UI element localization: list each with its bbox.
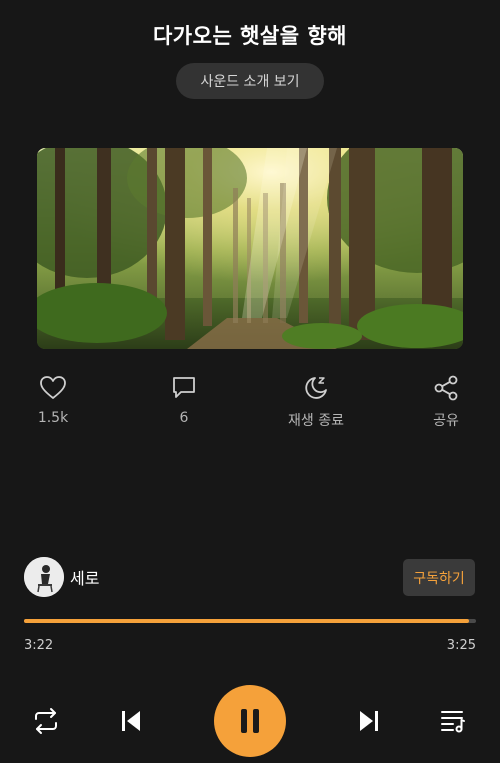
sleep-timer-button[interactable]: 재생 종료 xyxy=(266,373,366,430)
comment-button[interactable]: 6 xyxy=(134,373,234,426)
pause-button[interactable] xyxy=(214,685,286,757)
previous-button[interactable] xyxy=(113,703,149,739)
comment-count: 6 xyxy=(179,410,189,426)
share-icon xyxy=(434,375,458,401)
next-button[interactable] xyxy=(351,703,387,739)
sleep-timer-label: 재생 종료 xyxy=(288,413,344,429)
comment-icon xyxy=(173,377,195,398)
heart-icon xyxy=(40,376,66,399)
album-artwork xyxy=(37,148,463,349)
progress-bar[interactable] xyxy=(24,619,476,623)
total-time: 3:25 xyxy=(446,638,476,653)
share-label: 공유 xyxy=(433,413,459,429)
next-icon xyxy=(360,711,378,731)
progress-fill xyxy=(24,619,470,623)
artist-avatar[interactable] xyxy=(24,557,64,597)
share-button[interactable]: 공유 xyxy=(396,373,496,430)
sleep-timer-icon xyxy=(305,377,327,399)
like-count: 1.5k xyxy=(37,410,69,426)
previous-icon xyxy=(122,711,140,731)
playlist-icon xyxy=(441,711,465,733)
artist-info[interactable]: 세로 xyxy=(24,557,99,597)
artist-name[interactable]: 세로 xyxy=(70,565,99,589)
like-button[interactable]: 1.5k xyxy=(3,373,103,426)
sound-intro-button[interactable]: 사운드 소개 보기 xyxy=(176,63,324,99)
repeat-icon xyxy=(35,708,57,734)
subscribe-button[interactable]: 구독하기 xyxy=(403,559,475,596)
current-time: 3:22 xyxy=(24,638,54,653)
playlist-button[interactable] xyxy=(435,703,471,739)
pause-icon xyxy=(241,709,259,733)
track-title: 다가오는 햇살을 향해 xyxy=(152,24,347,48)
repeat-button[interactable] xyxy=(28,703,64,739)
